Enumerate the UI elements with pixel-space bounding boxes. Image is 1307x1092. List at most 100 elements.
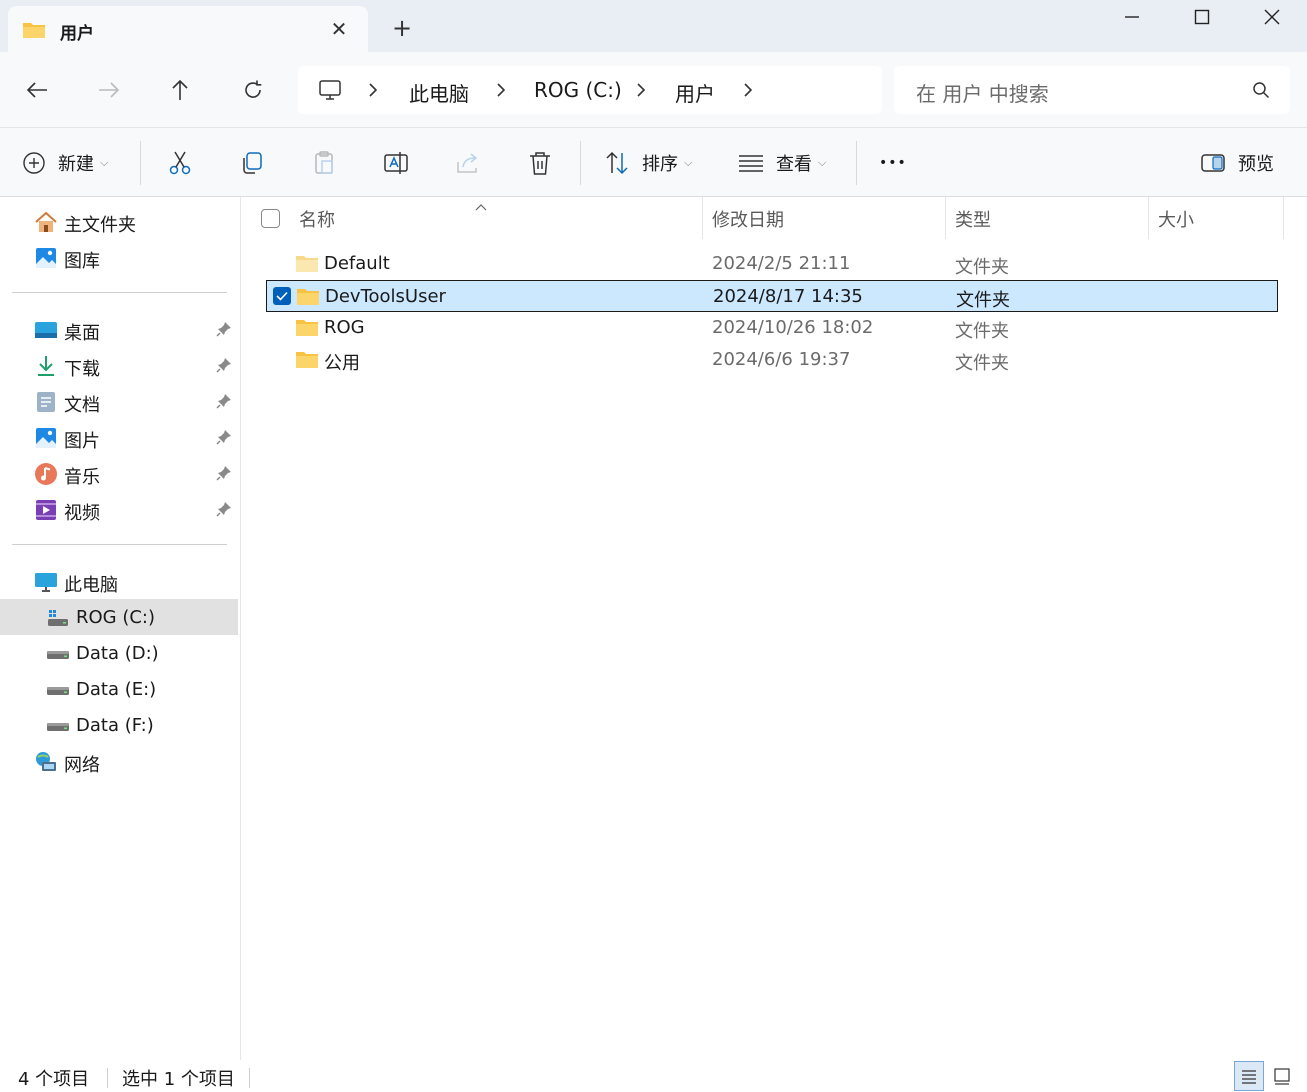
- details-view-button[interactable]: [1234, 1061, 1264, 1091]
- table-row[interactable]: DevToolsUser 2024/8/17 14:35 文件夹: [266, 280, 1278, 312]
- breadcrumb-drive-c[interactable]: ROG (C:): [534, 78, 622, 102]
- sidebar-item-downloads[interactable]: 下载: [0, 347, 238, 383]
- breadcrumb-this-pc[interactable]: 此电脑: [409, 78, 469, 107]
- folder-icon: [295, 318, 319, 343]
- chevron-right-icon[interactable]: [368, 82, 378, 102]
- computer-icon: [34, 570, 58, 594]
- checkmark-icon: [276, 291, 288, 301]
- search-icon[interactable]: [1252, 81, 1270, 103]
- new-label: 新建: [58, 154, 94, 175]
- column-divider[interactable]: [1283, 197, 1284, 239]
- sidebar-item-drive-c[interactable]: ROG (C:): [0, 599, 238, 635]
- video-icon: [34, 498, 58, 522]
- column-header-type[interactable]: 类型: [946, 197, 1148, 239]
- close-window-button[interactable]: [1237, 0, 1307, 34]
- large-icons-view-button[interactable]: [1267, 1061, 1297, 1091]
- pin-icon[interactable]: [216, 429, 232, 450]
- sidebar-item-network[interactable]: 网络: [0, 743, 238, 779]
- column-header-modified[interactable]: 修改日期: [703, 197, 945, 239]
- sidebar-item-pictures[interactable]: 图片: [0, 419, 238, 455]
- tab-users[interactable]: 用户 ✕: [8, 6, 368, 52]
- paste-button[interactable]: [311, 148, 337, 178]
- new-button[interactable]: 新建 ⌵: [22, 148, 108, 178]
- minimize-icon: [1125, 16, 1139, 18]
- delete-button[interactable]: [527, 148, 553, 178]
- up-button[interactable]: [162, 72, 198, 108]
- file-name: 公用: [324, 353, 360, 374]
- plus-circle-icon: [23, 152, 45, 174]
- sidebar-item-music[interactable]: 音乐: [0, 455, 238, 491]
- sidebar-item-this-pc[interactable]: 此电脑: [0, 563, 238, 599]
- chevron-right-icon[interactable]: [636, 82, 646, 102]
- rename-button[interactable]: [383, 148, 409, 178]
- address-bar[interactable]: 此电脑 ROG (C:) 用户: [298, 66, 882, 114]
- chevron-right-icon[interactable]: [743, 82, 753, 102]
- forward-button[interactable]: [91, 72, 127, 108]
- preview-button[interactable]: 预览: [1200, 148, 1274, 178]
- sort-ascending-icon: [475, 195, 487, 216]
- minimize-button[interactable]: [1097, 0, 1167, 34]
- sidebar-item-drive-d[interactable]: Data (D:): [0, 635, 238, 671]
- file-type: 文件夹: [955, 353, 1009, 374]
- share-button[interactable]: [455, 148, 481, 178]
- more-options-icon: •••: [879, 155, 907, 171]
- file-name: DevToolsUser: [325, 286, 446, 307]
- sidebar-item-drive-f[interactable]: Data (F:): [0, 707, 238, 743]
- new-tab-button[interactable]: +: [388, 14, 416, 42]
- pin-icon[interactable]: [216, 465, 232, 486]
- folder-icon: [296, 287, 320, 312]
- view-label: 查看: [776, 154, 812, 175]
- sidebar-item-drive-e[interactable]: Data (E:): [0, 671, 238, 707]
- share-icon: [457, 153, 478, 173]
- system-drive-icon: [46, 606, 70, 630]
- refresh-icon: [245, 80, 262, 98]
- chevron-right-icon[interactable]: [496, 82, 506, 102]
- more-options-button[interactable]: •••: [879, 148, 907, 178]
- computer-icon: [318, 78, 342, 106]
- copy-button[interactable]: [239, 148, 265, 178]
- sidebar-item-label: 桌面: [64, 323, 100, 344]
- cut-button[interactable]: [167, 148, 193, 178]
- file-modified: 2024/6/6 19:37: [712, 349, 851, 370]
- pin-icon[interactable]: [216, 501, 232, 522]
- view-button[interactable]: 查看 ⌵: [738, 148, 826, 178]
- breadcrumb-users[interactable]: 用户: [675, 78, 715, 107]
- back-button[interactable]: [19, 72, 55, 108]
- sidebar-item-label: 音乐: [64, 467, 100, 488]
- toolbar-divider: [580, 141, 581, 185]
- folder-empty-icon: [295, 254, 319, 279]
- copy-icon: [243, 152, 262, 174]
- pin-icon[interactable]: [216, 357, 232, 378]
- drive-icon: [46, 642, 70, 666]
- row-checkbox[interactable]: [273, 287, 291, 305]
- sidebar-item-documents[interactable]: 文档: [0, 383, 238, 419]
- arrow-left-icon: [26, 82, 47, 98]
- file-name: Default: [324, 253, 390, 274]
- refresh-button[interactable]: [235, 72, 271, 108]
- chevron-down-icon: ⌵: [684, 156, 693, 169]
- sort-button[interactable]: 排序 ⌵: [604, 148, 692, 178]
- command-bar: 新建 ⌵ 排序 ⌵ 查看 ⌵ ••• 预览: [0, 127, 1307, 197]
- selection-count: 选中 1 个项目: [122, 1069, 235, 1090]
- column-header-size[interactable]: 大小: [1149, 197, 1283, 239]
- sidebar-item-home[interactable]: 主文件夹: [0, 203, 238, 239]
- navigation-pane: 主文件夹 图库 桌面 下载 文档 图片 音乐 视频 此电脑 ROG (C:) D…: [0, 197, 241, 1060]
- maximize-button[interactable]: [1167, 0, 1237, 34]
- sidebar-item-videos[interactable]: 视频: [0, 491, 238, 527]
- preview-label: 预览: [1238, 154, 1274, 175]
- table-row[interactable]: Default 2024/2/5 21:11 文件夹: [266, 248, 1278, 280]
- column-header-name[interactable]: 名称: [242, 197, 702, 239]
- folder-icon: [295, 350, 319, 375]
- tab-close-button[interactable]: ✕: [326, 16, 352, 42]
- title-bar: 用户 ✕ +: [0, 0, 1307, 52]
- sidebar-item-desktop[interactable]: 桌面: [0, 311, 238, 347]
- item-count: 4 个项目: [18, 1069, 90, 1090]
- search-input[interactable]: 在 用户 中搜索: [894, 66, 1290, 114]
- sidebar-divider: [12, 292, 227, 293]
- pin-icon[interactable]: [216, 321, 232, 342]
- table-row[interactable]: ROG 2024/10/26 18:02 文件夹: [266, 312, 1278, 344]
- sidebar-item-gallery[interactable]: 图库: [0, 239, 238, 275]
- toolbar-divider: [856, 141, 857, 185]
- table-row[interactable]: 公用 2024/6/6 19:37 文件夹: [266, 344, 1278, 376]
- pin-icon[interactable]: [216, 393, 232, 414]
